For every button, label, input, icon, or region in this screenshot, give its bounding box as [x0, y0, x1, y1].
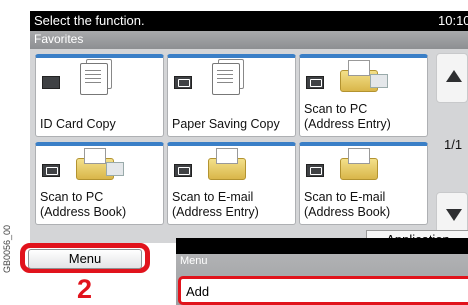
scan-mode-icon [306, 164, 324, 177]
favorites-header: Favorites [30, 31, 468, 49]
chevron-up-icon [446, 70, 462, 82]
tile-label: Scan to PC (Address Book) [40, 190, 127, 219]
figure-code: GB0056_00 [2, 224, 12, 273]
section-title: Favorites [34, 32, 84, 46]
paper-icon [348, 148, 370, 164]
paper-icon [216, 148, 238, 164]
favorites-panel: ID Card Copy Paper Saving Copy Scan to P… [30, 49, 468, 243]
callout-status-bar [176, 238, 468, 254]
menu-item-label: Add [186, 284, 210, 299]
tile-scan-to-pc-address-entry[interactable]: Scan to PC (Address Entry) [299, 54, 428, 137]
tile-paper-saving-copy[interactable]: Paper Saving Copy [167, 54, 296, 137]
page-indicator: 1/1 [444, 137, 463, 152]
scroll-up-button[interactable] [436, 53, 468, 103]
status-message: Select the function. [34, 13, 145, 28]
paper-icon [84, 148, 106, 164]
scroll-controls: 1/1 [436, 53, 468, 242]
scan-mode-icon [174, 164, 192, 177]
chevron-down-icon [446, 209, 462, 221]
pc-icon [106, 162, 124, 176]
menu-item-add[interactable]: Add [178, 276, 468, 305]
tile-scan-to-email-address-entry[interactable]: Scan to E-mail (Address Entry) [167, 142, 296, 225]
document-icon [80, 63, 108, 95]
status-bar: Select the function. 10:10 [30, 11, 468, 31]
menu-button[interactable]: Menu [28, 249, 142, 269]
paper-icon [348, 60, 370, 76]
document-icon [212, 63, 240, 95]
copy-mode-icon [174, 76, 192, 89]
scan-mode-icon [42, 164, 60, 177]
tile-id-card-copy[interactable]: ID Card Copy [35, 54, 164, 137]
copy-mode-icon [42, 76, 60, 89]
scan-mode-icon [306, 76, 324, 89]
tile-label: Scan to PC (Address Entry) [304, 102, 391, 131]
tile-scan-to-pc-address-book[interactable]: Scan to PC (Address Book) [35, 142, 164, 225]
clock: 10:10 [438, 13, 468, 28]
tile-label: ID Card Copy [40, 117, 116, 131]
step-number: 2 [77, 274, 93, 304]
tile-scan-to-email-address-book[interactable]: Scan to E-mail (Address Book) [299, 142, 428, 225]
tile-label: Paper Saving Copy [172, 117, 280, 131]
pc-icon [370, 74, 388, 88]
tile-label: Scan to E-mail (Address Book) [304, 190, 391, 219]
callout-title: Menu [180, 255, 208, 267]
menu-callout: Menu Add [176, 238, 468, 305]
tile-label: Scan to E-mail (Address Entry) [172, 190, 259, 219]
